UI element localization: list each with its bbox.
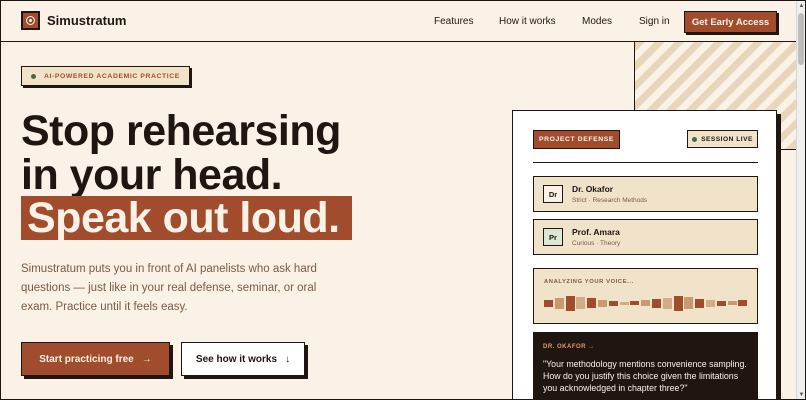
top-nav: Simustratum Features How it works Modes … bbox=[1, 1, 797, 42]
avatar: Dr bbox=[543, 185, 563, 203]
waveform-bar bbox=[598, 300, 607, 307]
see-how-it-works-button[interactable]: See how it works ↓ bbox=[181, 342, 305, 376]
headline-highlight: Speak out loud. bbox=[21, 196, 352, 240]
session-live-label: SESSION LIVE bbox=[701, 135, 753, 143]
session-preview-panel: PROJECT DEFENSE SESSION LIVE Dr Dr. Okaf… bbox=[512, 110, 777, 399]
badge-dot-icon bbox=[31, 73, 36, 79]
waveform-bar bbox=[673, 296, 683, 311]
waveform-bar bbox=[619, 302, 629, 305]
waveform-bar bbox=[727, 301, 737, 305]
waveform-bar bbox=[630, 301, 640, 305]
waveform-bar bbox=[695, 299, 705, 308]
waveform-bar bbox=[587, 298, 597, 308]
panelist-card: Pr Prof. Amara Curious · Theory bbox=[533, 219, 758, 255]
start-practicing-label: Start practicing free bbox=[39, 353, 134, 365]
avatar: Pr bbox=[543, 228, 563, 246]
badge-label: AI-POWERED ACADEMIC PRACTICE bbox=[44, 72, 180, 80]
hero-headline: Stop rehearsing in your head. bbox=[21, 109, 341, 197]
voice-analysis-label: ANALYZING YOUR VOICE... bbox=[544, 279, 634, 285]
waveform-bar bbox=[738, 300, 748, 306]
panelist-role: Curious · Theory bbox=[572, 240, 621, 247]
live-dot-icon bbox=[692, 136, 698, 142]
panelist-card: Dr Dr. Okafor Strict · Research Methods bbox=[533, 176, 758, 212]
nav-link-features[interactable]: Features bbox=[434, 16, 473, 27]
panelist-question-card: DR. OKAFOR → "Your methodology mentions … bbox=[533, 332, 758, 399]
scrollbar-thumb[interactable] bbox=[798, 13, 804, 65]
waveform-bar bbox=[716, 301, 726, 306]
question-speaker: DR. OKAFOR → bbox=[543, 344, 595, 350]
arrow-down-icon: ↓ bbox=[285, 353, 291, 365]
scroll-up-icon[interactable]: ▲ bbox=[798, 3, 805, 10]
headline-line-1: Stop rehearsing bbox=[21, 107, 341, 155]
nav-link-sign-in[interactable]: Sign in bbox=[639, 16, 670, 27]
voice-analysis-card: ANALYZING YOUR VOICE... bbox=[533, 268, 758, 324]
see-how-it-works-label: See how it works bbox=[195, 353, 278, 365]
vertical-scrollbar[interactable]: ▲ ▼ bbox=[796, 1, 805, 399]
get-early-access-button[interactable]: Get Early Access bbox=[684, 11, 777, 33]
waveform-bar bbox=[554, 298, 564, 309]
waveform-bar bbox=[706, 300, 715, 307]
waveform-bar bbox=[662, 298, 672, 309]
waveform-bar bbox=[684, 297, 694, 309]
waveform-bar bbox=[576, 297, 586, 309]
hero-subtext: Simustratum puts you in front of AI pane… bbox=[21, 263, 317, 313]
session-live-tag: SESSION LIVE bbox=[687, 130, 758, 148]
scroll-down-icon[interactable]: ▼ bbox=[798, 392, 805, 399]
brand-logo[interactable]: Simustratum bbox=[21, 11, 126, 30]
arrow-right-icon: → bbox=[141, 353, 152, 365]
waveform-bar bbox=[641, 300, 651, 306]
panelist-name: Prof. Amara bbox=[572, 227, 620, 237]
nav-link-how-it-works[interactable]: How it works bbox=[499, 16, 556, 27]
question-text: "Your methodology mentions convenience s… bbox=[543, 359, 747, 393]
voice-waveform bbox=[544, 293, 749, 313]
project-defense-tag: PROJECT DEFENSE bbox=[533, 130, 620, 149]
hero-badge: AI-POWERED ACADEMIC PRACTICE bbox=[21, 66, 190, 86]
waveform-bar bbox=[544, 300, 553, 307]
logo-icon bbox=[21, 11, 40, 30]
panelist-role: Strict · Research Methods bbox=[572, 197, 648, 204]
nav-link-modes[interactable]: Modes bbox=[582, 16, 612, 27]
panel-divider bbox=[533, 162, 758, 163]
waveform-bar bbox=[652, 299, 661, 308]
panelist-name: Dr. Okafor bbox=[572, 184, 614, 194]
headline-line-2: in your head. bbox=[21, 151, 283, 199]
waveform-bar bbox=[565, 296, 575, 311]
page: Simustratum Features How it works Modes … bbox=[0, 0, 806, 400]
start-practicing-button[interactable]: Start practicing free → bbox=[21, 342, 170, 376]
brand-name: Simustratum bbox=[47, 13, 127, 28]
waveform-bar bbox=[608, 301, 618, 306]
